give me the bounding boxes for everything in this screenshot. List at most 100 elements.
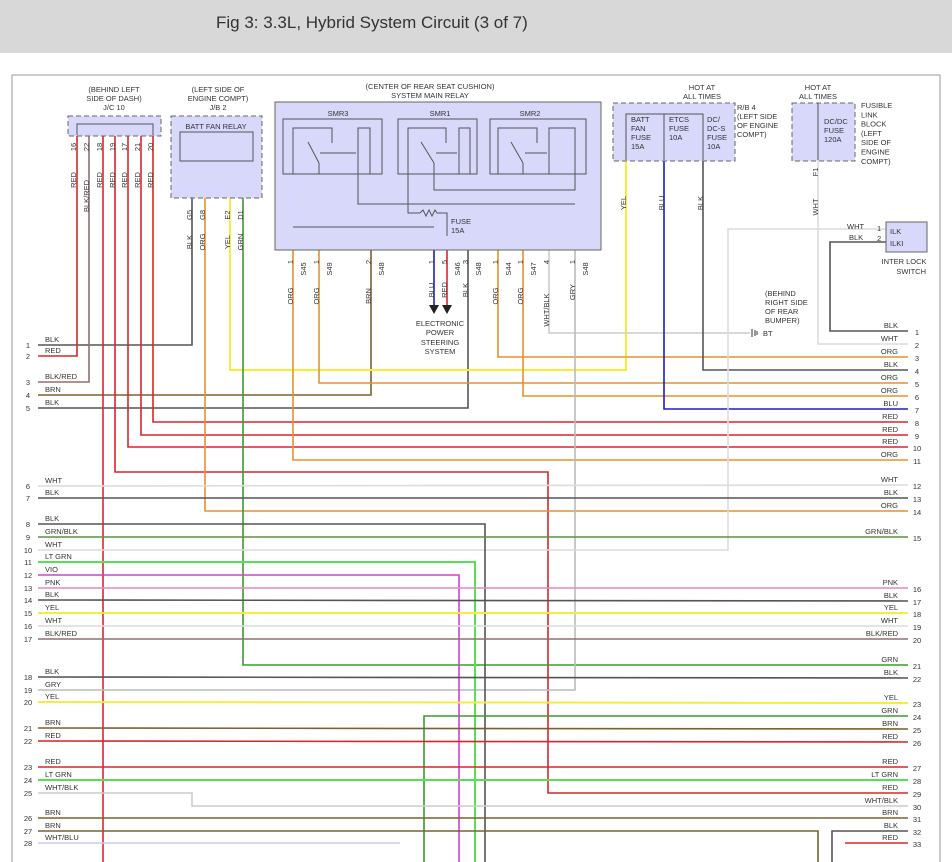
wire <box>38 574 460 862</box>
ground-location: OF REAR <box>765 307 799 316</box>
left-wire-label: BLK <box>45 335 59 344</box>
eps-label: POWER <box>426 328 455 337</box>
vertical-wire-label: S48 <box>581 262 590 275</box>
hot-at-all-times: HOT AT <box>689 83 716 92</box>
vertical-wire-label: BRN <box>364 288 373 304</box>
wire <box>292 250 908 461</box>
rb4-name: R/B 4 <box>737 103 756 112</box>
vertical-wire-label: 2 <box>364 260 373 264</box>
right-row-number: 15 <box>913 534 921 543</box>
wire <box>318 250 908 384</box>
right-wire-label: BLU <box>883 399 898 408</box>
vertical-wire-label: RED <box>440 282 449 298</box>
left-wire-label: BRN <box>45 718 61 727</box>
system-main-relay: (CENTER OF REAR SEAT CUSHION) SYSTEM MAI… <box>274 82 602 356</box>
right-wire-label: WHT <box>881 616 898 625</box>
vertical-wire-label: YEL <box>619 196 628 210</box>
right-row-number: 28 <box>913 777 921 786</box>
jb2-location: ENGINE COMPT) <box>188 94 249 103</box>
vertical-wire-label: 18 <box>95 143 104 151</box>
wire <box>829 241 908 332</box>
wire <box>38 830 819 862</box>
left-wire-label: RED <box>45 757 61 766</box>
right-wire-label: PNK <box>883 578 898 587</box>
wire <box>37 599 909 602</box>
left-row-number: 10 <box>24 546 32 555</box>
right-row-number: 12 <box>913 482 921 491</box>
smr-name: SYSTEM MAIN RELAY <box>391 91 469 100</box>
ground-location: BUMPER) <box>765 316 800 325</box>
junction-connector-jc10: (BEHIND LEFT SIDE OF DASH) J/C 10 <box>67 85 162 137</box>
vertical-wire-label: 21 <box>133 143 142 151</box>
right-row-number: 33 <box>913 840 921 849</box>
pin-number: 1 <box>877 224 881 233</box>
right-row-number: 7 <box>915 406 919 415</box>
left-row-number: 21 <box>24 724 32 733</box>
right-wire-label: RED <box>882 412 898 421</box>
right-row-number: 3 <box>915 354 919 363</box>
vertical-wire-label: S48 <box>474 262 483 275</box>
left-wire-label: BLK <box>45 488 59 497</box>
vertical-wire-label: RED <box>108 172 117 188</box>
vertical-wire-label: RED <box>69 172 78 188</box>
left-row-number: 7 <box>26 494 30 503</box>
right-wire-label: WHT <box>881 334 898 343</box>
vertical-wire-label: ORG <box>198 233 207 250</box>
vertical-wire-label: BLK <box>461 283 470 297</box>
hot-at-all-times: HOT AT <box>805 83 832 92</box>
jc10-location: SIDE OF DASH) <box>86 94 142 103</box>
smr-location: (CENTER OF REAR SEAT CUSHION) <box>366 82 495 91</box>
rb4-fuse-label: FUSE <box>631 133 651 142</box>
right-row-number: 1 <box>915 328 919 337</box>
left-row-number: 2 <box>26 352 30 361</box>
wire-label: BLK <box>849 233 863 242</box>
vertical-wire-label: GRN <box>236 234 245 251</box>
vertical-wire-label: BLK <box>185 235 194 249</box>
left-row-number: 1 <box>26 341 30 350</box>
right-row-number: 22 <box>913 675 921 684</box>
wire <box>702 161 908 371</box>
left-wire-label: BRN <box>45 821 61 830</box>
right-row-number: 6 <box>915 393 919 402</box>
wire <box>37 676 909 679</box>
right-wire-label: BLK <box>884 321 898 330</box>
dcdc-fuse-label: FUSE <box>824 126 844 135</box>
fusible-link-block: HOT AT ALL TIMES DC/DC FUSE 120A FUSIBLE… <box>791 83 892 166</box>
right-row-number: 27 <box>913 764 921 773</box>
left-wire-label: BLK <box>45 514 59 523</box>
jc10-name: J/C 10 <box>103 103 125 112</box>
left-wire-label: BLK <box>45 667 59 676</box>
rb4-fuse-label: FAN <box>631 124 646 133</box>
vertical-wire-label: 20 <box>146 143 155 151</box>
ilk-pin: ILK <box>890 227 901 236</box>
left-row-number: 15 <box>24 609 32 618</box>
left-row-number: 25 <box>24 789 32 798</box>
eps-label: STEERING <box>421 338 460 347</box>
wire <box>548 250 750 334</box>
right-row-number: 29 <box>913 790 921 799</box>
right-row-number: 4 <box>915 367 919 376</box>
right-row-number: 25 <box>913 726 921 735</box>
smr-box <box>274 101 602 251</box>
wire <box>38 250 576 691</box>
vertical-wire-label: GRY <box>568 284 577 300</box>
rb4-fuse-label: 10A <box>707 142 720 151</box>
vertical-wire-label: BLU <box>657 196 666 211</box>
right-wire-label: BLK/RED <box>866 629 899 638</box>
right-row-number: 8 <box>915 419 919 428</box>
rb4-fuse-label: DC/ <box>707 115 721 124</box>
right-wire-label: ORG <box>881 373 898 382</box>
right-row-number: 24 <box>913 713 921 722</box>
left-row-number: 9 <box>26 533 30 542</box>
vertical-wire-label: 1 <box>491 260 500 264</box>
vertical-wire-label: S48 <box>377 262 386 275</box>
right-wire-label: YEL <box>884 693 898 702</box>
left-wire-label: BLK/RED <box>45 372 78 381</box>
right-wire-label: GRN/BLK <box>865 527 898 536</box>
right-row-number: 19 <box>913 623 921 632</box>
wiring-diagram: (BEHIND LEFT SIDE OF DASH) J/C 10 (LEFT … <box>11 74 941 862</box>
dcdc-fuse-rating: 120A <box>824 135 842 144</box>
eps-label: ELECTRONIC <box>416 319 465 328</box>
right-wire-label: RED <box>882 437 898 446</box>
vertical-wire-label: 22 <box>82 143 91 151</box>
